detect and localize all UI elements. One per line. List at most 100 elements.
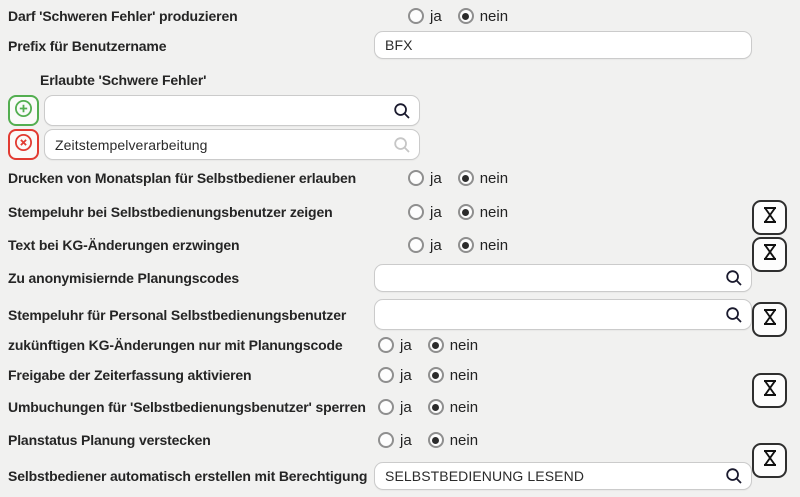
- radio-nein-label[interactable]: nein: [480, 237, 508, 254]
- radio-ja[interactable]: [378, 367, 394, 383]
- x-in-circle-icon: [14, 133, 33, 157]
- field-label: Freigabe der Zeiterfassung aktivieren: [8, 367, 251, 383]
- search-input-wrap: [374, 462, 752, 490]
- radio-ja[interactable]: [378, 432, 394, 448]
- radio-nein-label[interactable]: nein: [450, 367, 478, 384]
- radio-group: ja nein: [378, 432, 478, 449]
- allowed-error-search-input[interactable]: [45, 96, 393, 125]
- field-label: Umbuchungen für 'Selbstbedienungsbenutze…: [8, 399, 366, 415]
- field-label: Stempeluhr bei Selbstbedienungsbenutzer …: [8, 204, 333, 220]
- form-row: Planstatus Planung verstecken ja nein: [8, 428, 792, 452]
- hourglass-button[interactable]: [752, 200, 787, 235]
- radio-ja-label[interactable]: ja: [430, 170, 442, 187]
- radio-nein[interactable]: [458, 237, 474, 253]
- radio-ja[interactable]: [378, 399, 394, 415]
- radio-group: ja nein: [378, 337, 478, 354]
- search-icon[interactable]: [393, 102, 411, 120]
- allowed-error-item-input[interactable]: [45, 130, 393, 159]
- form-row: Drucken von Monatsplan für Selbstbediene…: [8, 166, 792, 190]
- form-row: Darf 'Schweren Fehler' produzieren ja ne…: [8, 4, 792, 28]
- radio-ja[interactable]: [408, 8, 424, 24]
- radio-ja-label[interactable]: ja: [400, 367, 412, 384]
- radio-ja[interactable]: [378, 337, 394, 353]
- search-input-wrap: [44, 95, 420, 126]
- form-row: Umbuchungen für 'Selbstbedienungsbenutze…: [8, 395, 792, 419]
- form-row: Selbstbediener automatisch erstellen mit…: [8, 461, 792, 491]
- field-label: Drucken von Monatsplan für Selbstbediene…: [8, 170, 356, 186]
- radio-ja-label[interactable]: ja: [430, 8, 442, 25]
- prefix-input[interactable]: [375, 32, 751, 58]
- radio-group: ja nein: [408, 8, 508, 25]
- field-label: Text bei KG-Änderungen erzwingen: [8, 237, 239, 253]
- search-input-wrap: [374, 299, 752, 330]
- form-row: Freigabe der Zeiterfassung aktivieren ja…: [8, 363, 792, 387]
- form-row: [8, 129, 792, 160]
- hourglass-icon: [760, 378, 780, 403]
- form-row: Zu anonymisiernde Planungscodes: [8, 264, 792, 292]
- settings-form: Darf 'Schweren Fehler' produzieren ja ne…: [0, 0, 800, 497]
- field-label: Planstatus Planung verstecken: [8, 432, 211, 448]
- anonymize-codes-input[interactable]: [375, 265, 725, 291]
- field-label: Selbstbediener automatisch erstellen mit…: [8, 468, 367, 484]
- field-label: Darf 'Schweren Fehler' produzieren: [8, 8, 238, 24]
- hourglass-icon: [760, 205, 780, 230]
- radio-nein[interactable]: [428, 432, 444, 448]
- hourglass-icon: [760, 242, 780, 267]
- radio-group: ja nein: [408, 170, 508, 187]
- search-input-wrap: [374, 264, 752, 292]
- radio-nein-label[interactable]: nein: [450, 399, 478, 416]
- radio-nein[interactable]: [428, 367, 444, 383]
- timeclock-personnel-input[interactable]: [375, 300, 725, 329]
- radio-nein-label[interactable]: nein: [450, 432, 478, 449]
- radio-group: ja nein: [378, 367, 478, 384]
- hourglass-icon: [760, 448, 780, 473]
- form-row: [8, 95, 792, 126]
- form-row: Text bei KG-Änderungen erzwingen ja nein: [8, 233, 792, 257]
- field-label: zukünftigen KG-Änderungen nur mit Planun…: [8, 337, 343, 353]
- form-row: zukünftigen KG-Änderungen nur mit Planun…: [8, 333, 792, 357]
- radio-ja-label[interactable]: ja: [400, 399, 412, 416]
- hourglass-button[interactable]: [752, 237, 787, 272]
- hourglass-button[interactable]: [752, 373, 787, 408]
- radio-nein[interactable]: [458, 170, 474, 186]
- form-row: Prefix für Benutzername: [8, 31, 792, 60]
- radio-nein-label[interactable]: nein: [480, 170, 508, 187]
- search-icon[interactable]: [725, 269, 743, 287]
- form-row: Stempeluhr bei Selbstbedienungsbenutzer …: [8, 200, 792, 224]
- radio-nein[interactable]: [428, 337, 444, 353]
- radio-group: ja nein: [378, 399, 478, 416]
- field-label: Zu anonymisiernde Planungscodes: [8, 270, 239, 286]
- plus-icon: [14, 99, 33, 123]
- radio-nein-label[interactable]: nein: [450, 337, 478, 354]
- add-button[interactable]: [8, 95, 39, 126]
- radio-group: ja nein: [408, 237, 508, 254]
- text-input-wrap: [374, 31, 752, 59]
- search-icon[interactable]: [725, 306, 743, 324]
- section-label: Erlaubte 'Schwere Fehler': [40, 72, 206, 88]
- radio-ja-label[interactable]: ja: [430, 204, 442, 221]
- hourglass-button[interactable]: [752, 302, 787, 337]
- radio-group: ja nein: [408, 204, 508, 221]
- form-row: Stempeluhr für Personal Selbstbedienungs…: [8, 299, 792, 330]
- radio-ja-label[interactable]: ja: [400, 337, 412, 354]
- hourglass-icon: [760, 307, 780, 332]
- radio-ja[interactable]: [408, 237, 424, 253]
- radio-nein[interactable]: [458, 204, 474, 220]
- radio-ja[interactable]: [408, 170, 424, 186]
- radio-nein-label[interactable]: nein: [480, 8, 508, 25]
- radio-ja[interactable]: [408, 204, 424, 220]
- form-row: Erlaubte 'Schwere Fehler': [8, 69, 792, 91]
- radio-ja-label[interactable]: ja: [400, 432, 412, 449]
- search-icon[interactable]: [393, 136, 411, 154]
- field-label: Prefix für Benutzername: [8, 38, 166, 54]
- auto-create-permission-input[interactable]: [375, 463, 725, 489]
- field-label: Stempeluhr für Personal Selbstbedienungs…: [8, 307, 346, 323]
- search-input-wrap: [44, 129, 420, 160]
- hourglass-button[interactable]: [752, 443, 787, 478]
- radio-nein[interactable]: [458, 8, 474, 24]
- radio-nein[interactable]: [428, 399, 444, 415]
- remove-button[interactable]: [8, 129, 39, 160]
- search-icon[interactable]: [725, 467, 743, 485]
- radio-nein-label[interactable]: nein: [480, 204, 508, 221]
- radio-ja-label[interactable]: ja: [430, 237, 442, 254]
